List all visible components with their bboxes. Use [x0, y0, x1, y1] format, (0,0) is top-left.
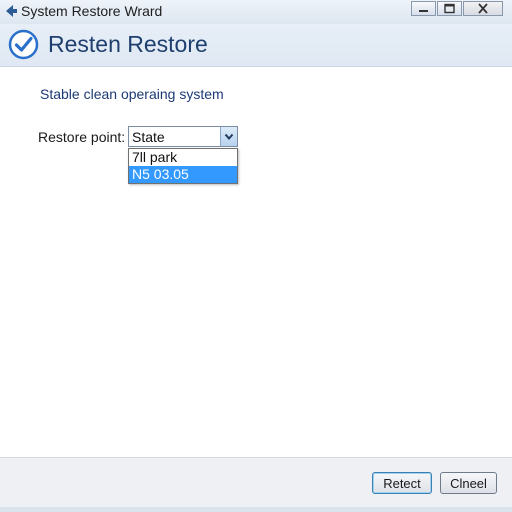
wizard-content: Stable clean operaing system Restore poi… — [2, 67, 510, 457]
restore-point-select[interactable]: State — [128, 126, 238, 147]
window-controls — [410, 1, 503, 16]
wizard-footer: Retect Clneel — [0, 457, 512, 512]
maximize-icon — [444, 3, 455, 14]
minimize-button[interactable] — [411, 1, 436, 16]
title-bar[interactable]: System Restore Wrard — [0, 0, 512, 24]
close-button[interactable] — [463, 1, 503, 16]
window-title: System Restore Wrard — [21, 3, 163, 19]
close-icon — [478, 3, 488, 14]
cancel-button[interactable]: Clneel — [440, 472, 497, 494]
dropdown-option[interactable]: 7ll park — [129, 149, 237, 166]
dropdown-option-highlighted[interactable]: N5 03.05 — [129, 166, 237, 183]
minimize-icon — [419, 10, 428, 12]
bottom-border — [0, 507, 512, 512]
primary-action-button[interactable]: Retect — [372, 472, 432, 494]
checkmark-icon — [8, 29, 39, 60]
wizard-header: Resten Restore — [0, 24, 512, 67]
chevron-down-icon — [224, 133, 234, 141]
dropdown-toggle[interactable] — [220, 127, 237, 146]
restore-point-select-value: State — [132, 129, 165, 145]
system-restore-window: System Restore Wrard Resten Restore Stab… — [0, 0, 512, 512]
restore-point-label: Restore point: — [38, 129, 126, 145]
page-title: Resten Restore — [48, 31, 208, 57]
description-text: Stable clean operaing system — [40, 86, 224, 102]
back-arrow-icon[interactable] — [4, 4, 18, 18]
maximize-button[interactable] — [437, 1, 462, 16]
restore-point-dropdown-list: 7ll park N5 03.05 — [128, 148, 238, 184]
